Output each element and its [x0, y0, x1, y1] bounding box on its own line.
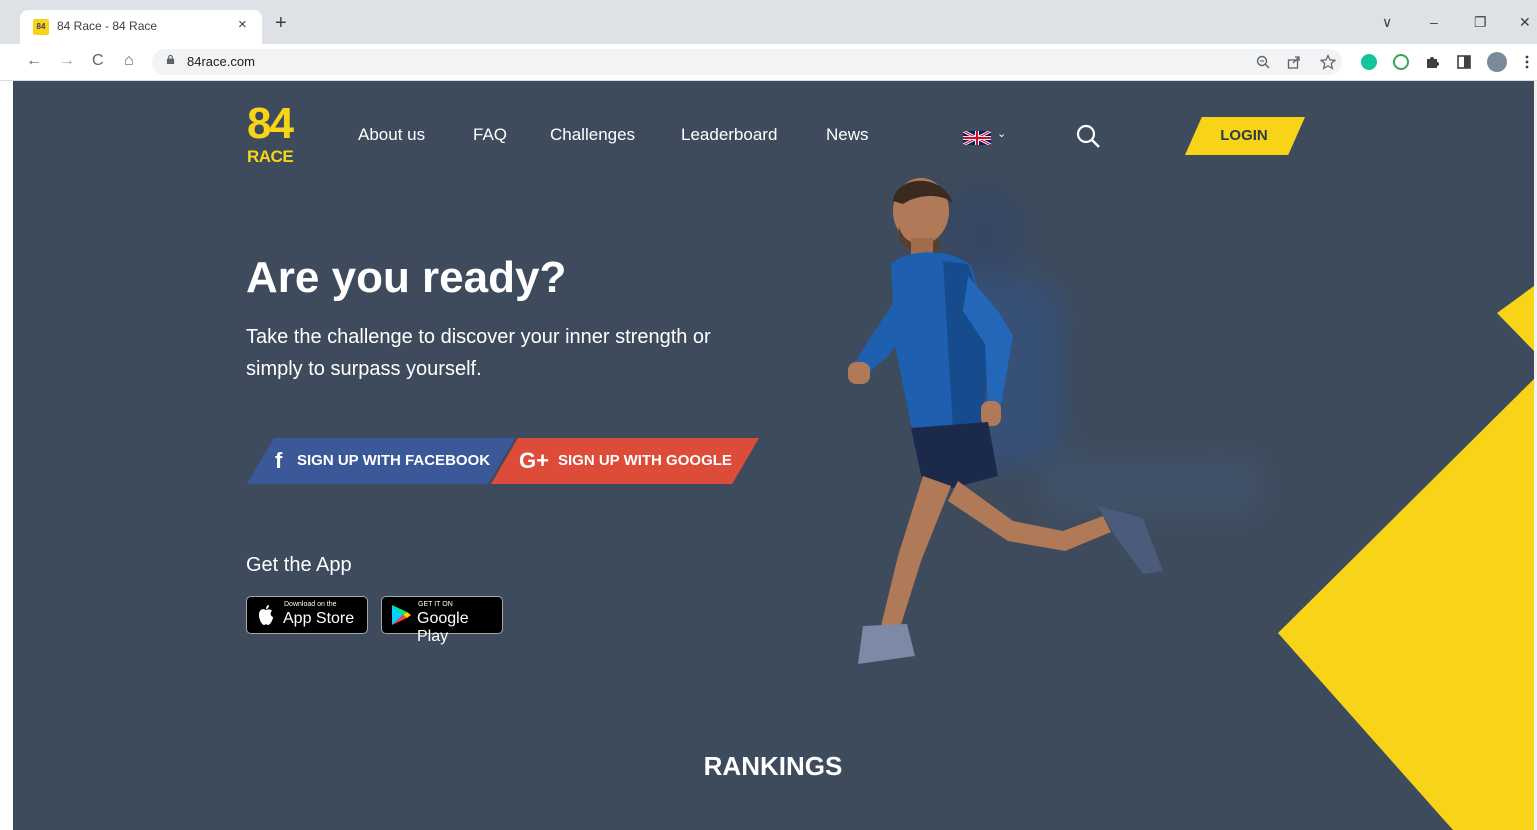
- tab-close-icon[interactable]: ×: [238, 16, 247, 33]
- get-app-title: Get the App: [246, 554, 352, 576]
- google-plus-icon: G+: [519, 448, 549, 473]
- browser-tab[interactable]: 84 84 Race - 84 Race ×: [20, 10, 262, 44]
- search-icon[interactable]: [1075, 123, 1101, 149]
- nav-challenges[interactable]: Challenges: [550, 125, 635, 145]
- language-selector[interactable]: ⌄: [963, 128, 1011, 145]
- share-icon[interactable]: [1287, 55, 1301, 69]
- new-tab-button[interactable]: +: [275, 13, 287, 33]
- appstore-small-text: Download on the: [284, 601, 337, 608]
- google-play-badge[interactable]: GET IT ON Google Play: [381, 596, 503, 645]
- nav-faq[interactable]: FAQ: [473, 125, 507, 145]
- signup-google-button[interactable]: G+ SIGN UP WITH GOOGLE: [491, 438, 759, 484]
- tab-title: 84 Race - 84 Race: [57, 19, 158, 33]
- reload-icon[interactable]: C: [92, 52, 104, 70]
- nav-news[interactable]: News: [826, 125, 869, 145]
- chevron-down-icon: ⌄: [997, 128, 1007, 140]
- puzzle-icon[interactable]: [1424, 54, 1440, 70]
- yellow-decoration: [1278, 286, 1534, 830]
- facebook-icon: f: [275, 448, 283, 473]
- nav-about-us[interactable]: About us: [358, 125, 425, 145]
- apple-icon: [259, 605, 273, 625]
- address-bar[interactable]: 84race.com: [152, 49, 1342, 75]
- hero-title: Are you ready?: [246, 253, 567, 302]
- logo-word: RACE: [247, 147, 294, 166]
- favicon-icon: 84: [33, 19, 49, 35]
- home-icon[interactable]: ⌂: [124, 52, 134, 70]
- uk-flag-icon: [963, 131, 991, 145]
- lock-icon: [166, 55, 175, 64]
- google-label: SIGN UP WITH GOOGLE: [558, 452, 732, 469]
- zoom-icon[interactable]: [1256, 55, 1270, 69]
- login-button[interactable]: LOGIN: [1185, 117, 1305, 155]
- extension-icon[interactable]: [1393, 54, 1409, 70]
- url-text: 84race.com: [187, 54, 255, 69]
- grammarly-extension-icon[interactable]: [1361, 54, 1377, 70]
- appstore-big-text: App Store: [283, 610, 355, 627]
- signup-facebook-button[interactable]: f SIGN UP WITH FACEBOOK: [247, 438, 515, 484]
- bookmark-star-icon[interactable]: [1320, 54, 1336, 70]
- side-panel-icon[interactable]: [1456, 54, 1472, 70]
- profile-avatar[interactable]: [1487, 52, 1507, 72]
- logo-number: 84: [247, 99, 294, 148]
- browser-toolbar: ← → C ⌂ 84race.com: [0, 44, 1537, 81]
- forward-icon[interactable]: →: [59, 52, 75, 70]
- facebook-label: SIGN UP WITH FACEBOOK: [297, 452, 491, 469]
- hero-subtitle: Take the challenge to discover your inne…: [246, 326, 711, 380]
- runner-image: [848, 178, 1263, 664]
- restore-icon[interactable]: ❐: [1474, 14, 1487, 31]
- close-window-icon[interactable]: ✕: [1519, 14, 1531, 31]
- menu-kebab-icon[interactable]: [1524, 54, 1530, 70]
- google-play-icon: [392, 605, 411, 625]
- login-label: LOGIN: [1220, 127, 1268, 144]
- minimize-icon[interactable]: –: [1430, 14, 1438, 30]
- page-content: 84 RACE About us FAQ Challenges Leaderbo…: [13, 81, 1534, 830]
- nav-leaderboard[interactable]: Leaderboard: [681, 125, 777, 145]
- rankings-heading: RANKINGS: [703, 751, 843, 781]
- site-logo[interactable]: 84 RACE: [247, 99, 311, 167]
- googleplay-big-text: Google Play: [417, 610, 469, 645]
- googleplay-small-text: GET IT ON: [418, 601, 453, 608]
- tab-search-icon[interactable]: ∨: [1382, 14, 1392, 31]
- back-icon[interactable]: ←: [26, 52, 42, 70]
- browser-tab-bar: 84 84 Race - 84 Race × + ∨ – ❐ ✕: [0, 0, 1537, 44]
- app-store-badge[interactable]: Download on the App Store: [246, 596, 368, 634]
